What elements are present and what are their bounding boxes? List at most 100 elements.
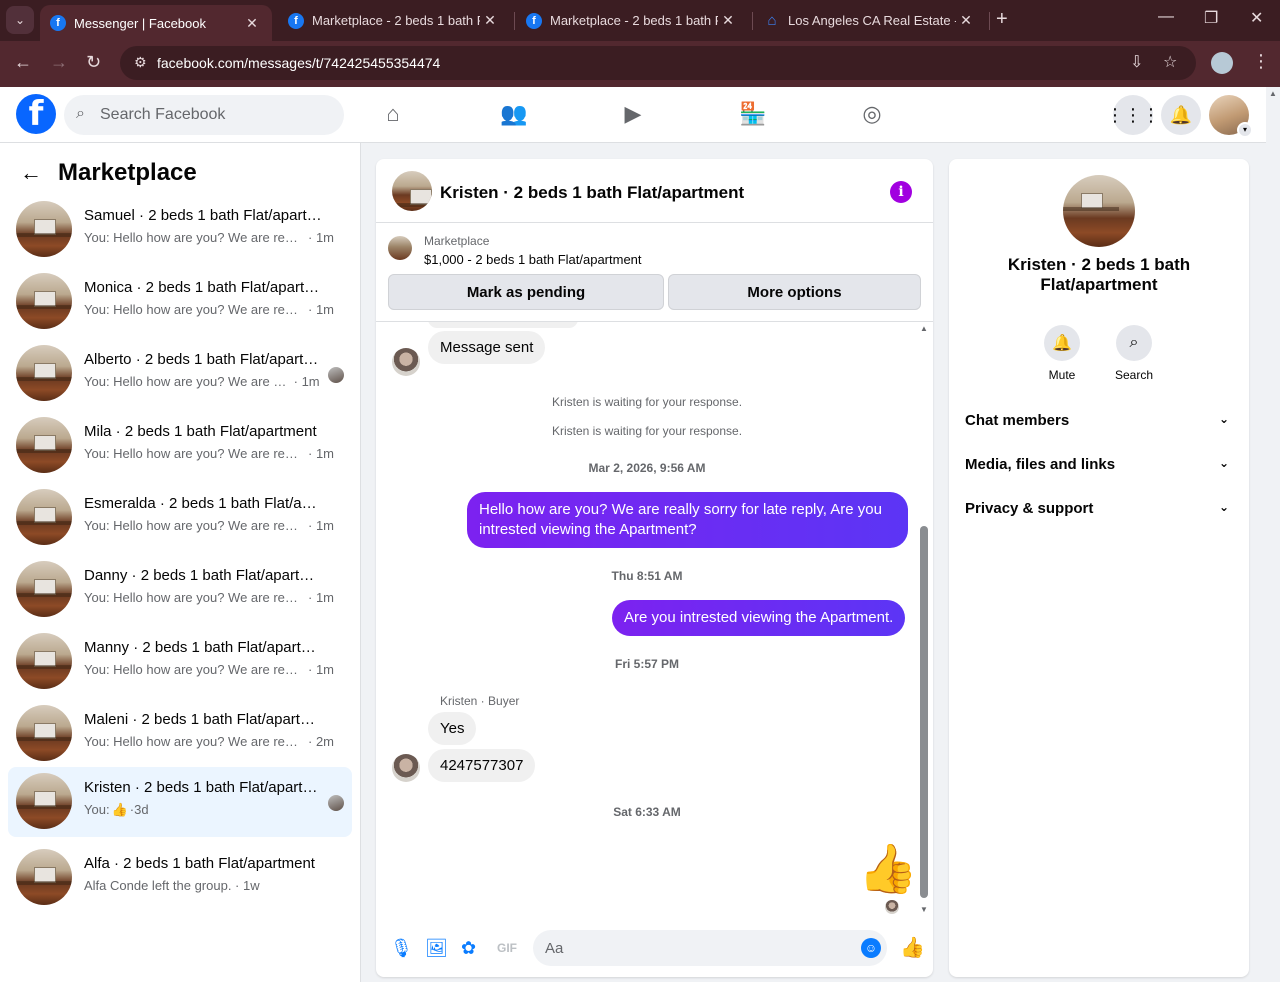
- reload-icon[interactable]: ↻: [86, 52, 101, 73]
- sender-avatar: [392, 348, 420, 376]
- browser-menu-icon[interactable]: ⋮: [1252, 51, 1270, 72]
- thread-preview: You: Hello how are you? We are really so…: [84, 374, 290, 389]
- minimize-icon[interactable]: —: [1158, 8, 1174, 26]
- scroll-down-icon[interactable]: ▼: [920, 905, 928, 914]
- scroll-up-icon[interactable]: ▲: [1269, 89, 1277, 98]
- listing-title[interactable]: $1,000 - 2 beds 1 bath Flat/apartment: [424, 252, 642, 267]
- thread-item-danny[interactable]: Danny · 2 beds 1 bath Flat/apartment You…: [8, 555, 352, 625]
- browser-toolbar: ← → ↻ ⚙ facebook.com/messages/t/74242545…: [0, 41, 1280, 87]
- conversation-avatar-large[interactable]: [1063, 175, 1135, 247]
- close-tab-icon[interactable]: ✕: [242, 15, 262, 32]
- media-files-links-section[interactable]: Media, files and links ⌄: [957, 444, 1241, 484]
- message-sent-status: Message sent: [428, 331, 546, 364]
- thread-item-monica[interactable]: Monica · 2 beds 1 bath Flat/apartment Yo…: [8, 267, 352, 337]
- search-in-conversation-button[interactable]: ⌕ Search: [1104, 325, 1164, 382]
- back-arrow-icon[interactable]: ←: [20, 160, 42, 186]
- chevron-down-icon: ⌄: [1218, 456, 1229, 470]
- facebook-search[interactable]: ⌕: [64, 95, 344, 135]
- message-input[interactable]: [545, 938, 845, 958]
- more-options-button[interactable]: More options: [668, 274, 921, 310]
- thread-time: 1m: [315, 518, 334, 533]
- groups-icon[interactable]: ◎: [859, 101, 885, 127]
- tab-search-button[interactable]: ⌄: [6, 6, 34, 34]
- account-avatar[interactable]: ▾: [1209, 95, 1253, 138]
- thread-item-alberto[interactable]: Alberto · 2 beds 1 bath Flat/apartment Y…: [8, 339, 352, 409]
- page-scrollbar[interactable]: ▲: [1266, 87, 1280, 982]
- browser-tab-marketplace-2[interactable]: f Marketplace - 2 beds 1 bath Flat/apart…: [516, 0, 748, 41]
- outgoing-message[interactable]: Hello how are you? We are really sorry f…: [467, 492, 908, 548]
- thread-item-maleni[interactable]: Maleni · 2 beds 1 bath Flat/apartment Yo…: [8, 699, 352, 769]
- message-bubble-partial: [428, 322, 578, 328]
- close-tab-icon[interactable]: ✕: [718, 12, 738, 29]
- search-input[interactable]: [100, 103, 330, 127]
- browser-tab-zillow[interactable]: ⌂ Los Angeles CA Real Estate - Los Angel…: [754, 0, 986, 41]
- photo-icon[interactable]: 🖼: [425, 938, 448, 959]
- forward-arrow-icon[interactable]: →: [50, 52, 68, 73]
- thread-item-kristen[interactable]: Kristen · 2 beds 1 bath Flat/apartment Y…: [8, 767, 352, 837]
- mute-button[interactable]: 🔔 Mute: [1032, 325, 1092, 382]
- privacy-support-section[interactable]: Privacy & support ⌄: [957, 488, 1241, 528]
- incoming-message[interactable]: 4247577307: [428, 749, 536, 782]
- browser-tab-messenger[interactable]: f Messenger | Facebook ✕: [40, 5, 272, 41]
- thread-item-mila[interactable]: Mila · 2 beds 1 bath Flat/apartment You:…: [8, 411, 352, 481]
- thread-item-alfa[interactable]: Alfa · 2 beds 1 bath Flat/apartment Alfa…: [8, 843, 352, 913]
- close-tab-icon[interactable]: ✕: [956, 12, 976, 29]
- emoji-icon[interactable]: ☺: [861, 938, 881, 958]
- sticker-icon[interactable]: ✿: [461, 938, 476, 959]
- info-icon[interactable]: i: [890, 181, 912, 203]
- read-receipt-avatar: [328, 795, 344, 811]
- tab-divider: [989, 12, 990, 30]
- marketplace-icon[interactable]: 🏪: [739, 101, 766, 127]
- outgoing-message[interactable]: Are you intrested viewing the Apartment.: [612, 600, 906, 636]
- close-tab-icon[interactable]: ✕: [480, 12, 500, 29]
- scrollbar-thumb[interactable]: [920, 526, 928, 898]
- thread-time: 2m: [315, 734, 334, 749]
- watch-icon[interactable]: ▶: [620, 101, 646, 127]
- thread-name: Kristen · 2 beds 1 bath Flat/apartment: [84, 779, 322, 796]
- thread-item-samuel[interactable]: Samuel · 2 beds 1 bath Flat/apartment Yo…: [8, 195, 352, 265]
- new-tab-icon[interactable]: +: [996, 8, 1008, 31]
- address-bar[interactable]: ⚙ facebook.com/messages/t/74242545535447…: [120, 46, 1196, 80]
- browser-tab-marketplace-1[interactable]: f Marketplace - 2 beds 1 bath Flat/apart…: [278, 0, 510, 41]
- mark-as-pending-button[interactable]: Mark as pending: [388, 274, 664, 310]
- restore-icon[interactable]: ❐: [1204, 8, 1218, 28]
- microphone-icon[interactable]: 🎙: [390, 938, 413, 959]
- conversation-title[interactable]: Kristen · 2 beds 1 bath Flat/apartment: [440, 183, 744, 203]
- browser-profile-avatar[interactable]: [1211, 52, 1233, 74]
- home-icon[interactable]: ⌂: [380, 101, 406, 127]
- thumbs-up-icon[interactable]: 👍: [858, 840, 918, 897]
- thread-time: 1m: [315, 590, 334, 605]
- incoming-message[interactable]: Yes: [428, 712, 477, 745]
- chat-members-section[interactable]: Chat members ⌄: [957, 400, 1241, 440]
- message-scrollbar[interactable]: ▲ ▼: [918, 322, 930, 916]
- message-list[interactable]: Message sent Kristen is waiting for your…: [376, 322, 933, 916]
- message-input-wrapper[interactable]: ☺: [533, 930, 887, 966]
- thread-preview: You: Hello how are you? We are really so…: [84, 518, 305, 533]
- thumbs-up-icon[interactable]: 👍: [900, 935, 925, 960]
- tab-title: Marketplace - 2 beds 1 bath Flat/apartme…: [550, 13, 718, 28]
- conversation-avatar[interactable]: [392, 171, 432, 211]
- url-text[interactable]: facebook.com/messages/t/742425455354474: [157, 55, 440, 71]
- thread-item-esmeralda[interactable]: Esmeralda · 2 beds 1 bath Flat/apartment…: [8, 483, 352, 553]
- thread-preview: You: Hello how are you? We are really so…: [84, 590, 305, 605]
- friends-icon[interactable]: 👥: [500, 101, 527, 127]
- install-app-icon[interactable]: ⇩: [1130, 52, 1143, 72]
- system-notice: Kristen is waiting for your response.: [551, 424, 743, 438]
- facebook-logo[interactable]: f: [16, 94, 56, 134]
- thread-item-manny[interactable]: Manny · 2 beds 1 bath Flat/apartment You…: [8, 627, 352, 697]
- listing-thumbnail[interactable]: [388, 236, 412, 260]
- back-arrow-icon[interactable]: ←: [14, 52, 32, 73]
- gif-icon[interactable]: GIF: [497, 941, 517, 955]
- listing-thumbnail: [16, 849, 72, 905]
- site-settings-icon[interactable]: ⚙: [134, 54, 147, 71]
- tab-title: Marketplace - 2 beds 1 bath Flat/apartme…: [312, 13, 480, 28]
- listing-thumbnail: [16, 417, 72, 473]
- bell-icon[interactable]: 🔔: [1161, 95, 1201, 135]
- message-timestamp: Thu 8:51 AM: [611, 569, 683, 583]
- menu-grid-icon[interactable]: ⋮⋮⋮: [1106, 95, 1160, 135]
- search-label: Search: [1114, 368, 1154, 382]
- listing-thumbnail: [16, 201, 72, 257]
- close-window-icon[interactable]: ✕: [1250, 8, 1263, 28]
- scroll-up-icon[interactable]: ▲: [920, 324, 928, 333]
- bookmark-star-icon[interactable]: ☆: [1163, 52, 1177, 72]
